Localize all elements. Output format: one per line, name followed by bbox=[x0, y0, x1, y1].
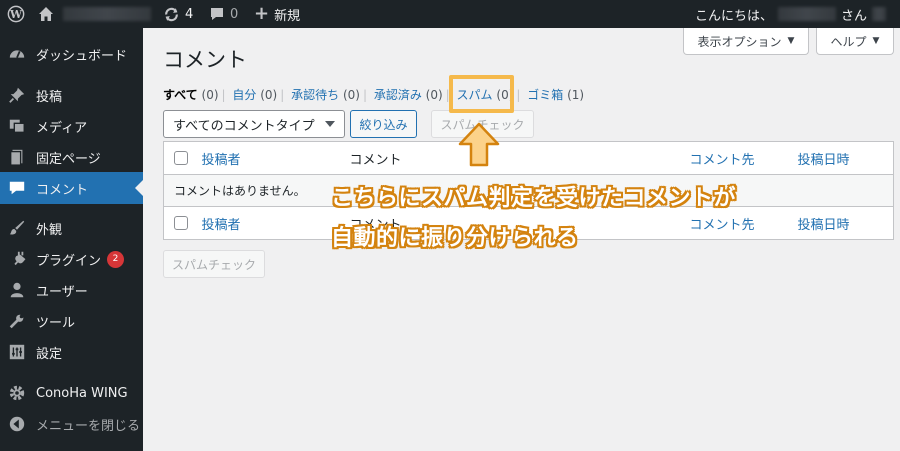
sidebar-item-settings[interactable]: 設定 bbox=[0, 336, 143, 368]
help-label: ヘルプ bbox=[830, 34, 867, 49]
filter-pending[interactable]: 承認待ち bbox=[291, 88, 339, 102]
sidebar-item-label: コメント bbox=[36, 182, 89, 198]
filter-approved-count: (0) bbox=[425, 88, 443, 102]
admin-sidebar: ダッシュボード 投稿 メディア 固定ページ コメント 外観 プラグイン 2 ユー… bbox=[0, 28, 143, 451]
sidebar-item-label: ConoHa WING bbox=[36, 385, 128, 401]
greeting-suffix: さん bbox=[840, 8, 867, 24]
new-content-link[interactable]: + 新規 bbox=[254, 0, 300, 28]
sidebar-item-label: ダッシュボード bbox=[36, 48, 128, 64]
wrench-icon bbox=[7, 311, 27, 331]
sidebar-item-tools[interactable]: ツール bbox=[0, 305, 143, 337]
screen-options-label: 表示オプション bbox=[697, 34, 782, 49]
triangle-down-icon: ▼ bbox=[872, 36, 880, 46]
sidebar-item-posts[interactable]: 投稿 bbox=[0, 79, 143, 111]
updates-link[interactable]: 4 bbox=[163, 0, 193, 28]
select-all-checkbox[interactable] bbox=[174, 151, 188, 165]
column-response[interactable]: コメント先 bbox=[689, 141, 798, 175]
username-redacted bbox=[777, 7, 836, 21]
sidebar-item-label: プラグイン bbox=[36, 253, 102, 269]
filter-approved[interactable]: 承認済み bbox=[374, 88, 422, 102]
spam-check-button-bottom[interactable]: スパムチェック bbox=[163, 250, 265, 278]
home-icon bbox=[39, 7, 53, 21]
wordpress-logo-icon[interactable]: W bbox=[7, 0, 25, 28]
spam-highlight-box bbox=[449, 75, 514, 113]
collapse-menu-button[interactable]: メニューを閉じる bbox=[0, 408, 143, 440]
avatar bbox=[872, 7, 886, 21]
sidebar-item-plugins[interactable]: プラグイン 2 bbox=[0, 243, 143, 275]
sidebar-item-dashboard[interactable]: ダッシュボード bbox=[0, 38, 143, 70]
comment-type-select[interactable]: すべてのコメントタイプ bbox=[163, 110, 345, 138]
my-account-link[interactable]: こんにちは、 さん bbox=[695, 0, 886, 28]
status-filter-links: すべて (0) | 自分 (0) | 承認待ち (0) | 承認済み (0) | スパム… bbox=[163, 88, 585, 102]
dashboard-icon bbox=[7, 44, 27, 64]
plus-icon: + bbox=[254, 3, 270, 24]
settings-icon bbox=[7, 342, 27, 362]
updates-icon bbox=[165, 7, 178, 21]
updates-count: 4 bbox=[185, 6, 194, 22]
sidebar-item-comments[interactable]: コメント bbox=[0, 172, 143, 204]
pin-icon bbox=[7, 85, 27, 105]
sidebar-item-label: 外観 bbox=[36, 222, 63, 238]
svg-text:W: W bbox=[9, 8, 23, 21]
filter-trash[interactable]: ゴミ箱 bbox=[527, 88, 563, 102]
select-all-cell bbox=[163, 141, 202, 175]
sidebar-item-label: 固定ページ bbox=[36, 151, 101, 167]
gear-icon bbox=[7, 383, 27, 403]
sidebar-item-label: ユーザー bbox=[36, 284, 88, 300]
table-header-row: 投稿者 コメント コメント先 投稿日時 bbox=[163, 141, 894, 175]
filter-pending-count: (0) bbox=[342, 88, 360, 102]
admin-bar: W 4 0 + 新規 こんにちは、 さん bbox=[0, 0, 900, 28]
column-date[interactable]: 投稿日時 bbox=[797, 141, 894, 175]
comment-icon bbox=[7, 178, 27, 198]
sidebar-item-users[interactable]: ユーザー bbox=[0, 274, 143, 306]
up-arrow-icon bbox=[458, 122, 500, 167]
new-label: 新規 bbox=[274, 8, 301, 24]
filter-button[interactable]: 絞り込み bbox=[350, 110, 417, 138]
annotation-line-1: こちらにスパム判定を受けたコメントが bbox=[331, 186, 737, 211]
column-date-footer[interactable]: 投稿日時 bbox=[797, 206, 894, 240]
help-button[interactable]: ヘルプ ▼ bbox=[816, 28, 894, 55]
triangle-down-icon: ▼ bbox=[787, 36, 795, 46]
select-all-checkbox-footer[interactable] bbox=[174, 216, 188, 230]
collapse-icon bbox=[7, 414, 27, 434]
sidebar-item-conoha-wing[interactable]: ConoHa WING bbox=[0, 377, 143, 409]
brush-icon bbox=[7, 218, 27, 238]
sidebar-item-label: メニューを閉じる bbox=[36, 418, 141, 434]
greeting-text: こんにちは、 bbox=[694, 8, 773, 24]
column-comment: コメント bbox=[349, 141, 690, 175]
column-author-footer[interactable]: 投稿者 bbox=[201, 206, 350, 240]
screen-options-button[interactable]: 表示オプション ▼ bbox=[683, 28, 809, 55]
media-icon bbox=[7, 116, 27, 136]
sidebar-item-label: 設定 bbox=[36, 346, 63, 362]
user-icon bbox=[7, 280, 27, 300]
page-title: コメント bbox=[163, 48, 247, 72]
filter-all[interactable]: すべて bbox=[163, 88, 198, 102]
plugin-update-badge: 2 bbox=[107, 250, 125, 268]
sidebar-item-media[interactable]: メディア bbox=[0, 110, 143, 142]
comment-type-selected: すべてのコメントタイプ bbox=[173, 118, 315, 134]
comment-bubble-icon bbox=[211, 8, 223, 20]
plugin-icon bbox=[7, 249, 27, 269]
sidebar-item-pages[interactable]: 固定ページ bbox=[0, 141, 143, 173]
site-name-redacted bbox=[63, 7, 151, 21]
filter-mine[interactable]: 自分 bbox=[232, 88, 256, 102]
column-author[interactable]: 投稿者 bbox=[201, 141, 350, 175]
comments-count: 0 bbox=[230, 6, 239, 22]
filter-all-count: (0) bbox=[201, 88, 219, 102]
annotation-line-2: 自動的に振り分けられる bbox=[331, 226, 579, 251]
page-icon bbox=[7, 147, 27, 167]
sidebar-item-label: ツール bbox=[36, 315, 76, 331]
chevron-down-icon bbox=[325, 121, 335, 127]
site-home-link[interactable] bbox=[38, 0, 151, 28]
filter-trash-count: (1) bbox=[567, 88, 585, 102]
comments-link[interactable]: 0 bbox=[209, 0, 238, 28]
filter-mine-count: (0) bbox=[260, 88, 278, 102]
select-all-cell-footer bbox=[163, 206, 202, 240]
sidebar-item-label: メディア bbox=[36, 120, 88, 136]
sidebar-item-appearance[interactable]: 外観 bbox=[0, 212, 143, 244]
sidebar-item-label: 投稿 bbox=[36, 89, 63, 105]
